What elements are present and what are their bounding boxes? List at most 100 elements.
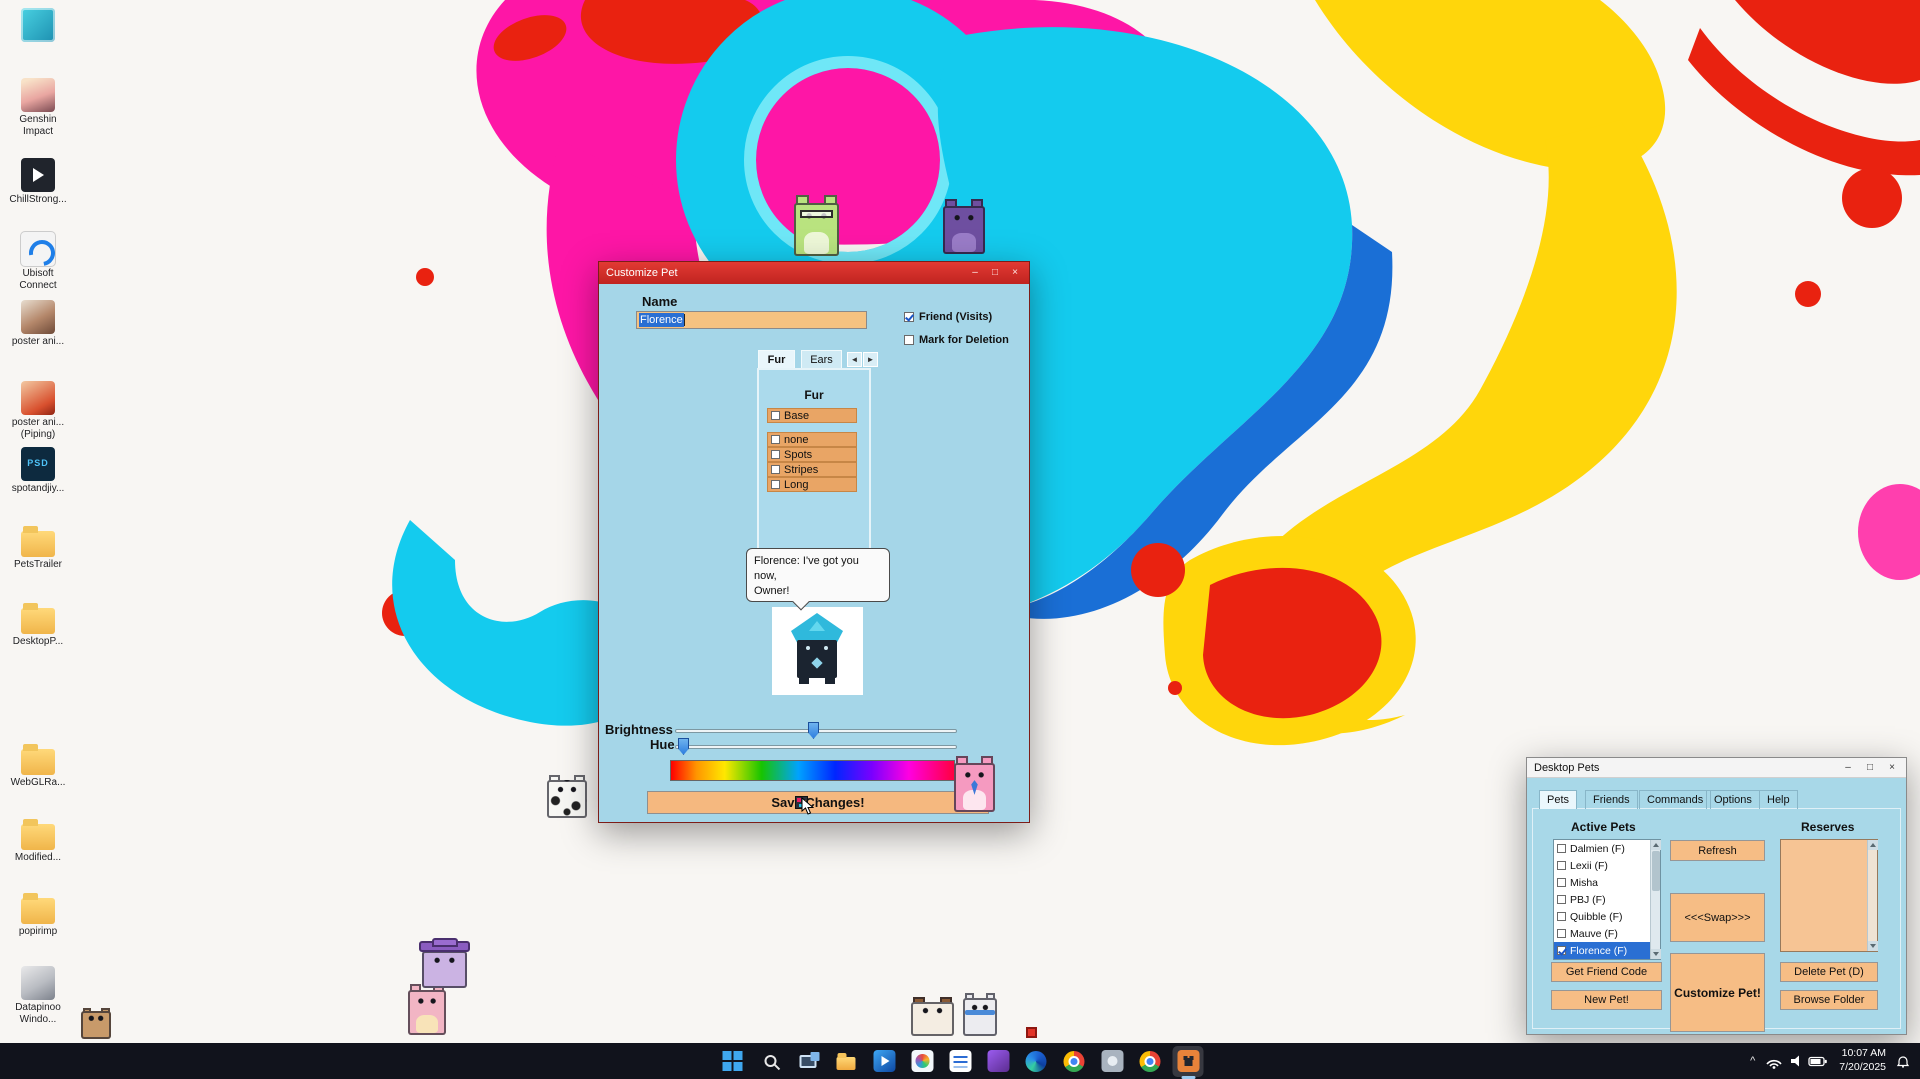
pets-window-titlebar[interactable]: Desktop Pets – □ × [1527, 758, 1906, 778]
delete-pet-button[interactable]: Delete Pet (D) [1780, 962, 1878, 982]
hue-slider-thumb[interactable] [678, 738, 689, 755]
list-scrollbar[interactable] [1650, 840, 1660, 959]
minimize-button[interactable]: – [968, 266, 982, 280]
tab-fur[interactable]: Fur [758, 350, 795, 368]
desktop-pet-dog[interactable] [911, 996, 954, 1036]
desktop-pets-app-button[interactable] [1173, 1046, 1204, 1077]
customize-pet-button[interactable]: Customize Pet! [1670, 953, 1765, 1032]
desktop-icon-petstrailer[interactable]: PetsTrailer [6, 523, 70, 571]
desktop-pet-hat-cat[interactable] [422, 945, 467, 988]
mark-for-deletion-checkbox[interactable]: Mark for Deletion [904, 334, 1009, 346]
chrome-profile-button[interactable] [1135, 1046, 1166, 1077]
taskbar-clock[interactable]: 10:07 AM 7/20/2025 [1839, 1047, 1886, 1074]
scroll-up-icon[interactable] [1651, 840, 1661, 850]
tab-scroll-right-icon[interactable]: ► [863, 352, 878, 367]
desktop-icon-chillstrong[interactable]: ChillStrong... [6, 158, 70, 206]
desktop-icon-webglra[interactable]: WebGLRa... [6, 741, 70, 789]
tab-help[interactable]: Help [1759, 790, 1798, 809]
pet-preview[interactable] [772, 607, 863, 695]
maximize-button[interactable]: □ [1863, 761, 1877, 775]
tab-ears[interactable]: Ears [801, 350, 842, 368]
desktop-pet-white-cat[interactable] [963, 992, 997, 1036]
pet-list-item-misha[interactable]: Misha [1554, 874, 1650, 891]
swap-button[interactable]: <<<Swap>>> [1670, 893, 1765, 942]
scroll-up-icon[interactable] [1868, 840, 1878, 850]
tray-chevron-icon[interactable]: ^ [1748, 1055, 1757, 1067]
chrome-button[interactable] [1059, 1046, 1090, 1077]
hue-slider[interactable] [675, 745, 957, 749]
scroll-down-icon[interactable] [1868, 941, 1878, 951]
desktop-icon-desktopp[interactable]: DesktopP... [6, 600, 70, 648]
desktop-icon-spotandjiy[interactable]: PSD spotandjiy... [6, 447, 70, 495]
desktop-pet-pink-cat[interactable] [954, 755, 995, 812]
desktop-pet-brown[interactable] [81, 1007, 111, 1039]
gray-app-button[interactable] [1097, 1046, 1128, 1077]
tray-status-icons[interactable] [1765, 1053, 1831, 1069]
task-view-button[interactable] [793, 1046, 824, 1077]
purple-app-button[interactable] [983, 1046, 1014, 1077]
minimize-button[interactable]: – [1841, 761, 1855, 775]
desktop-icon-ubisoft-connect[interactable]: Ubisoft Connect [6, 232, 70, 291]
folder-icon [21, 824, 55, 850]
system-tray: ^ 10:07 AM 7/20/2025 [1748, 1043, 1912, 1079]
desktop-icon-popirimp[interactable]: popirimp [6, 890, 70, 938]
desktop-pet-dalmatian[interactable] [547, 774, 587, 818]
tab-commands[interactable]: Commands [1639, 790, 1711, 809]
friend-visits-checkbox[interactable]: Friend (Visits) [904, 311, 992, 323]
maximize-button[interactable]: □ [988, 266, 1002, 280]
file-explorer-button[interactable] [831, 1046, 862, 1077]
tab-friends[interactable]: Friends [1585, 790, 1638, 809]
tab-options[interactable]: Options [1706, 790, 1760, 809]
desktop-pet-green-cat[interactable] [794, 194, 839, 256]
start-button[interactable] [717, 1046, 748, 1077]
desktop-icon-poster-ani-piping[interactable]: poster ani... (Piping) [6, 381, 70, 440]
fur-option-stripes[interactable]: Stripes [767, 462, 857, 477]
tab-pets[interactable]: Pets [1539, 790, 1577, 809]
desktop-icon-poster-ani[interactable]: poster ani... [6, 300, 70, 348]
scrollbar-thumb[interactable] [1652, 851, 1660, 891]
fur-option-spots[interactable]: Spots [767, 447, 857, 462]
photos-app-button[interactable] [907, 1046, 938, 1077]
customize-window-titlebar[interactable]: Customize Pet – □ × [599, 262, 1029, 284]
save-changes-button[interactable]: Save Changes! [647, 791, 989, 814]
reserves-list[interactable] [1780, 839, 1878, 952]
close-button[interactable]: × [1885, 761, 1899, 775]
search-button[interactable] [755, 1046, 786, 1077]
pet-toy[interactable] [1026, 1027, 1037, 1038]
desktop-icon-app[interactable] [6, 8, 70, 44]
fur-option-base[interactable]: Base [767, 408, 857, 423]
new-pet-button[interactable]: New Pet! [1551, 990, 1662, 1010]
tab-scroll-left-icon[interactable]: ◄ [847, 352, 862, 367]
fur-option-long[interactable]: Long [767, 477, 857, 492]
brightness-slider-thumb[interactable] [808, 722, 819, 739]
pet-list-item-lexii[interactable]: Lexii (F) [1554, 857, 1650, 874]
media-app-button[interactable] [869, 1046, 900, 1077]
document-app-button[interactable] [945, 1046, 976, 1077]
reserves-scrollbar[interactable] [1867, 840, 1877, 951]
pet-list-item-pbj[interactable]: PBJ (F) [1554, 891, 1650, 908]
fur-option-none[interactable]: none [767, 432, 857, 447]
pet-list-item-dalmien[interactable]: Dalmien (F) [1554, 840, 1650, 857]
notification-center-button[interactable] [1894, 1052, 1912, 1070]
pet-glasses [800, 210, 832, 218]
desktop-pet-purple-cat[interactable] [943, 198, 985, 254]
image-thumbnail-icon [21, 300, 55, 334]
desktop-icon-genshin-impact[interactable]: Genshin Impact [6, 78, 70, 137]
pet-list-item-mauve[interactable]: Mauve (F) [1554, 925, 1650, 942]
desktop-icon-datapinoo[interactable]: Datapinoo Windo... [6, 966, 70, 1025]
desktop-icon-modified[interactable]: Modified... [6, 816, 70, 864]
video-file-icon [21, 158, 55, 192]
active-pets-label: Active Pets [1571, 820, 1636, 834]
browse-folder-button[interactable]: Browse Folder [1780, 990, 1878, 1010]
refresh-button[interactable]: Refresh [1670, 840, 1765, 861]
get-friend-code-button[interactable]: Get Friend Code [1551, 962, 1662, 982]
scroll-down-icon[interactable] [1651, 949, 1661, 959]
edge-button[interactable] [1021, 1046, 1052, 1077]
reserves-label: Reserves [1801, 820, 1854, 834]
pet-list-item-quibble[interactable]: Quibble (F) [1554, 908, 1650, 925]
desktop-pet-striped-cat[interactable] [408, 983, 446, 1035]
close-button[interactable]: × [1008, 266, 1022, 280]
pet-list-item-florence-selected[interactable]: Florence (F) [1554, 942, 1650, 959]
brightness-slider[interactable] [675, 729, 957, 733]
pet-name-input[interactable]: Florence [636, 311, 867, 329]
